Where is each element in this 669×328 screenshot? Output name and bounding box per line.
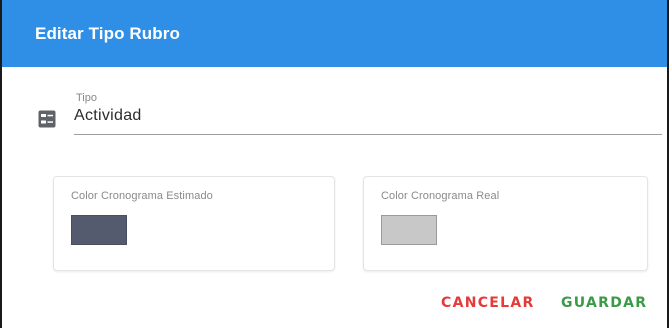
tipo-field-value[interactable]: Actividad xyxy=(74,107,142,125)
list-alt-icon xyxy=(38,110,56,128)
color-estimado-card: Color Cronograma Estimado xyxy=(53,176,335,271)
color-real-label: Color Cronograma Real xyxy=(381,190,500,202)
color-estimado-label: Color Cronograma Estimado xyxy=(71,190,213,202)
tipo-field-underline xyxy=(74,134,662,135)
cancel-button[interactable]: CANCELAR xyxy=(441,295,535,311)
dialog-title: Editar Tipo Rubro xyxy=(35,23,180,43)
edit-tipo-rubro-dialog: Editar Tipo Rubro Tipo Actividad Color C… xyxy=(0,0,669,328)
tipo-field[interactable]: Tipo Actividad xyxy=(38,92,662,138)
color-real-card: Color Cronograma Real xyxy=(363,176,648,271)
color-real-swatch[interactable] xyxy=(381,215,437,245)
color-estimado-swatch[interactable] xyxy=(71,215,127,245)
dialog-header: Editar Tipo Rubro xyxy=(2,0,667,67)
save-button[interactable]: GUARDAR xyxy=(561,295,647,311)
tipo-field-label: Tipo xyxy=(76,92,97,104)
